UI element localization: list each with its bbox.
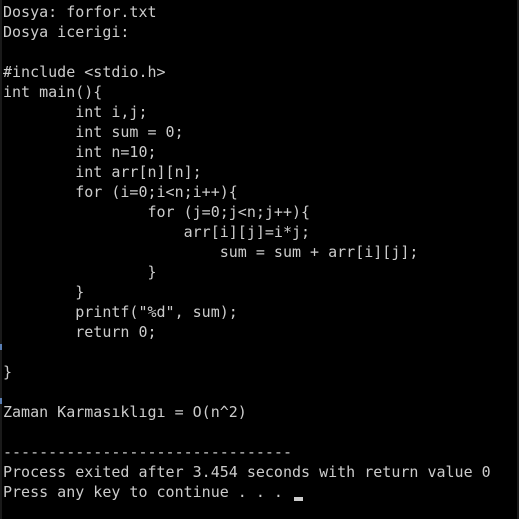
code-line: for (i=0;i<n;i++){	[3, 183, 238, 201]
code-line: }	[3, 263, 157, 281]
left-edge-marker	[0, 344, 2, 350]
complexity-line: Zaman Karmasıklıgı = O(n^2)	[3, 403, 247, 421]
continue-prompt-line: Press any key to continue . . .	[3, 482, 303, 502]
left-edge-marker	[0, 398, 2, 404]
code-line: printf("%d", sum);	[3, 303, 238, 321]
code-line: return 0;	[3, 323, 157, 341]
continue-prompt-text: Press any key to continue . . .	[3, 483, 292, 501]
code-line: int sum = 0;	[3, 123, 184, 141]
process-exit-message: Process exited after 3.454 seconds with …	[3, 463, 491, 481]
code-line: int n=10;	[3, 143, 157, 161]
file-content-label: Dosya icerigi:	[3, 23, 130, 41]
code-line: sum = sum + arr[i][j];	[3, 243, 419, 261]
window-left-edge	[0, 0, 2, 519]
code-line: int arr[n][n];	[3, 163, 202, 181]
code-line: }	[3, 283, 85, 301]
separator-line: --------------------------------	[3, 443, 292, 461]
code-line: }	[3, 363, 13, 381]
console-window[interactable]: Dosya: forfor.txt Dosya icerigi: #includ…	[0, 0, 519, 519]
code-line: #include <stdio.h>	[3, 63, 166, 81]
file-name-line: Dosya: forfor.txt	[3, 3, 157, 21]
code-line: int i,j;	[3, 103, 148, 121]
code-line: for (j=0;j<n;j++){	[3, 203, 311, 221]
code-line: int main(){	[3, 83, 103, 101]
code-line: arr[i][j]=i*j;	[3, 223, 311, 241]
text-cursor	[293, 497, 303, 501]
